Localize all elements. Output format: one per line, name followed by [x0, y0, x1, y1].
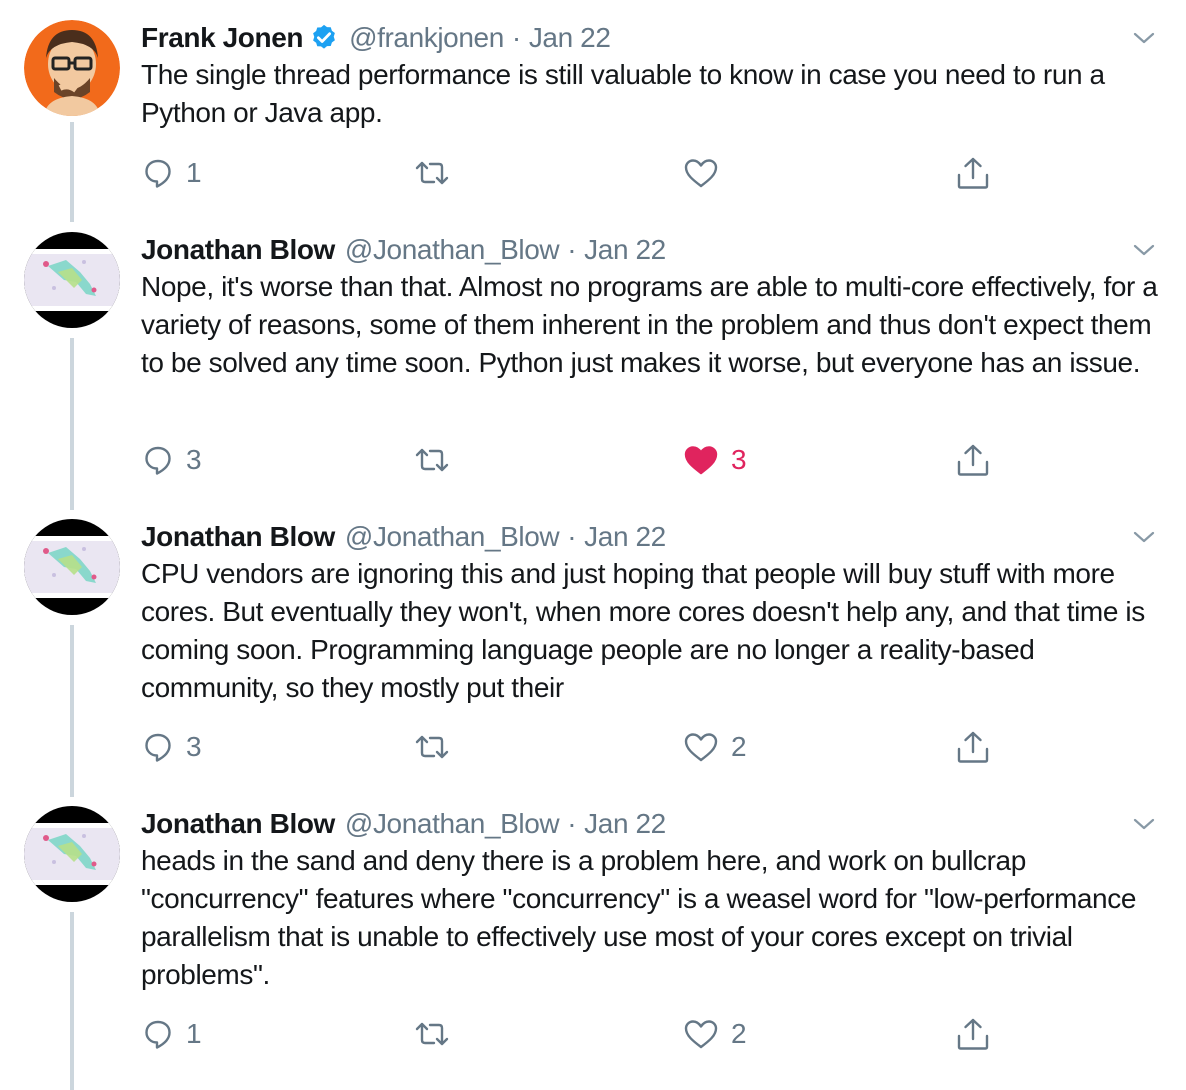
tweet-text: The single thread performance is still v…	[141, 59, 1105, 128]
separator-dot: ·	[567, 808, 577, 839]
tweet-date[interactable]: Jan 22	[529, 22, 611, 54]
retweet-button[interactable]	[413, 153, 463, 193]
display-name[interactable]: Jonathan Blow	[141, 808, 335, 840]
user-handle[interactable]: @Jonathan_Blow	[345, 234, 560, 266]
reply-button[interactable]: 1	[142, 153, 202, 193]
tweet-text: heads in the sand and deny there is a pr…	[141, 845, 1137, 990]
heart-icon	[684, 733, 718, 762]
reply-count: 3	[186, 444, 202, 475]
tweet-header: Jonathan Blow @Jonathan_Blow · Jan 22	[141, 232, 666, 268]
share-button[interactable]	[955, 153, 991, 193]
chevron-down-icon[interactable]	[1132, 30, 1156, 46]
like-button[interactable]: 3	[683, 440, 747, 480]
retweet-icon	[415, 161, 449, 185]
retweet-button[interactable]	[413, 727, 463, 767]
like-count: 3	[731, 444, 747, 475]
reply-icon	[145, 159, 171, 188]
share-icon	[957, 731, 989, 763]
reply-button[interactable]: 3	[142, 440, 202, 480]
tweet[interactable]: Jonathan Blow @Jonathan_Blow · Jan 22 No…	[0, 212, 1186, 500]
tweet-header: Jonathan Blow @Jonathan_Blow · Jan 22	[141, 806, 666, 842]
avatar-image	[24, 806, 120, 902]
display-name[interactable]: Jonathan Blow	[141, 521, 335, 553]
tweet-date[interactable]: Jan 22	[584, 808, 666, 840]
user-handle[interactable]: @Jonathan_Blow	[345, 808, 560, 840]
share-icon	[957, 157, 989, 189]
avatar[interactable]	[24, 232, 120, 328]
heart-icon	[684, 446, 718, 475]
tweet-actions: 1	[0, 153, 1186, 193]
avatar[interactable]	[24, 806, 120, 902]
tweet-date[interactable]: Jan 22	[584, 234, 666, 266]
reply-count: 3	[186, 731, 202, 762]
retweet-icon	[415, 448, 449, 472]
avatar-image	[24, 232, 120, 328]
chevron-down-icon[interactable]	[1132, 816, 1156, 832]
like-count: 2	[731, 731, 747, 762]
verified-badge-icon	[309, 23, 339, 53]
share-icon	[957, 1018, 989, 1050]
share-icon	[957, 444, 989, 476]
reply-icon	[145, 733, 171, 762]
retweet-button[interactable]	[413, 1014, 463, 1054]
share-button[interactable]	[955, 727, 991, 767]
reply-count: 1	[186, 157, 202, 188]
tweet-actions: 1 2	[0, 1014, 1186, 1054]
heart-icon	[684, 159, 718, 188]
share-button[interactable]	[955, 1014, 991, 1054]
avatar[interactable]	[24, 519, 120, 615]
user-handle[interactable]: @Jonathan_Blow	[345, 521, 560, 553]
retweet-icon	[415, 735, 449, 759]
reply-icon	[145, 446, 171, 475]
tweet[interactable]: Frank Jonen @frankjonen · Jan 22 The sin…	[0, 0, 1186, 210]
tweet[interactable]: Jonathan Blow @Jonathan_Blow · Jan 22 CP…	[0, 499, 1186, 787]
chevron-down-icon[interactable]	[1132, 529, 1156, 545]
like-button[interactable]: 2	[683, 727, 747, 767]
separator-dot: ·	[567, 234, 577, 265]
tweet-actions: 3 2	[0, 727, 1186, 767]
tweet-header: Jonathan Blow @Jonathan_Blow · Jan 22	[141, 519, 666, 555]
tweet-header: Frank Jonen @frankjonen · Jan 22	[141, 20, 611, 56]
tweet-date[interactable]: Jan 22	[584, 521, 666, 553]
reply-button[interactable]: 1	[142, 1014, 202, 1054]
share-button[interactable]	[955, 440, 991, 480]
avatar-image	[24, 20, 120, 116]
like-count: 2	[731, 1018, 747, 1049]
heart-icon	[684, 1020, 718, 1049]
tweet-text: CPU vendors are ignoring this and just h…	[141, 558, 1145, 703]
tweet-text: Nope, it's worse than that. Almost no pr…	[141, 271, 1158, 378]
like-button[interactable]: 2	[683, 1014, 747, 1054]
user-handle[interactable]: @frankjonen	[349, 22, 504, 54]
separator-dot: ·	[511, 22, 521, 53]
chevron-down-icon[interactable]	[1132, 242, 1156, 258]
tweet-actions: 3 3	[0, 440, 1186, 480]
retweet-icon	[415, 1022, 449, 1046]
display-name[interactable]: Jonathan Blow	[141, 234, 335, 266]
separator-dot: ·	[567, 521, 577, 552]
reply-count: 1	[186, 1018, 202, 1049]
like-button[interactable]	[683, 153, 731, 193]
reply-icon	[145, 1020, 171, 1049]
reply-button[interactable]: 3	[142, 727, 202, 767]
display-name[interactable]: Frank Jonen	[141, 22, 303, 54]
tweet[interactable]: Jonathan Blow @Jonathan_Blow · Jan 22 he…	[0, 786, 1186, 1086]
retweet-button[interactable]	[413, 440, 463, 480]
avatar[interactable]	[24, 20, 120, 116]
avatar-image	[24, 519, 120, 615]
